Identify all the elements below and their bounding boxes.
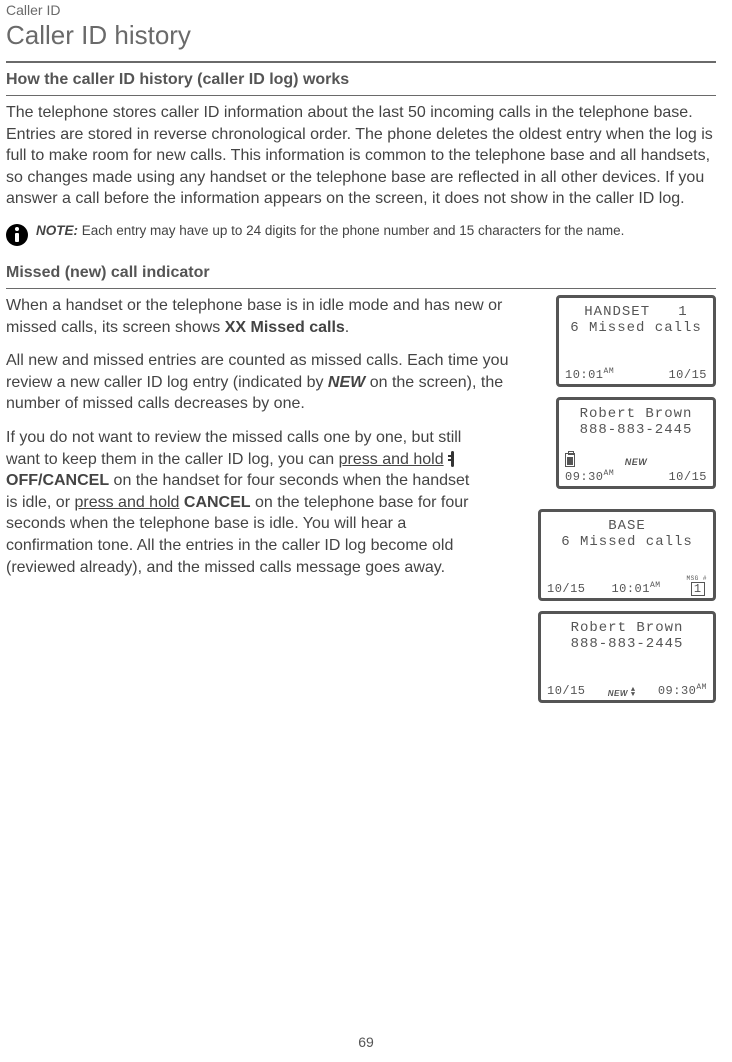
text-underline: press and hold	[339, 451, 444, 468]
lcd-caller-name: Robert Brown	[565, 406, 707, 422]
text-bold-italic: NEW	[328, 374, 365, 391]
lcd-screen-base-idle: BASE 6 Missed calls 10/15 10:01AM MSG # …	[538, 509, 716, 601]
lcd-time: 09:30AM	[658, 683, 707, 698]
text-bold: CANCEL	[184, 494, 251, 511]
body-text: The telephone stores caller ID informati…	[6, 102, 716, 210]
lcd-line: HANDSET 1	[565, 304, 707, 320]
page-title: Caller ID history	[6, 20, 716, 51]
lcd-time: 10:01AM	[611, 581, 660, 596]
divider	[6, 288, 716, 289]
battery-icon	[565, 453, 575, 467]
lcd-line: BASE	[547, 518, 707, 534]
lcd-screen-base-entry: Robert Brown 888-883-2445 10/15 NEW ▲▼ 0…	[538, 611, 716, 703]
note-label: NOTE:	[36, 223, 78, 238]
lcd-caller-name: Robert Brown	[547, 620, 707, 636]
lcd-new-indicator: NEW	[608, 689, 628, 698]
lcd-caller-number: 888-883-2445	[565, 422, 707, 438]
note-body: Each entry may have up to 24 digits for …	[78, 223, 624, 238]
body-text: When a handset or the telephone base is …	[6, 295, 536, 338]
lcd-line: 6 Missed calls	[565, 320, 707, 336]
text-bold: XX Missed calls	[225, 319, 345, 336]
note-block: NOTE: Each entry may have up to 24 digit…	[6, 222, 716, 246]
section-heading-how-it-works: How the caller ID history (caller ID log…	[6, 71, 716, 89]
section-heading-missed-call: Missed (new) call indicator	[6, 264, 716, 282]
lcd-ampm: AM	[604, 469, 615, 478]
lcd-date: 10/15	[668, 470, 707, 484]
lcd-date: 10/15	[547, 582, 586, 596]
body-text: If you do not want to review the missed …	[6, 427, 476, 578]
lcd-ampm: AM	[696, 683, 707, 692]
text-fragment: 09:30	[658, 684, 697, 698]
note-text: NOTE: Each entry may have up to 24 digit…	[36, 222, 624, 240]
text-fragment: 10:01	[611, 582, 650, 596]
page-number: 69	[0, 1034, 732, 1050]
lcd-date: 10/15	[547, 684, 586, 698]
lcd-screen-handset-idle: HANDSET 1 6 Missed calls 10:01AM 10/15	[556, 295, 716, 387]
lcd-date: 10/15	[668, 368, 707, 382]
text-underline: press and hold	[74, 494, 179, 511]
handset-icon	[448, 451, 458, 467]
lcd-time: 09:30AM	[565, 469, 614, 484]
text-fragment: 10:01	[565, 368, 604, 382]
lcd-ampm: AM	[604, 367, 615, 376]
body-text: All new and missed entries are counted a…	[6, 350, 536, 415]
breadcrumb: Caller ID	[6, 2, 716, 18]
text-fragment: .	[345, 319, 349, 336]
lcd-new-indicator: NEW	[625, 457, 648, 467]
info-icon	[6, 224, 28, 246]
lcd-caller-number: 888-883-2445	[547, 636, 707, 652]
divider	[6, 61, 716, 63]
lcd-screen-handset-entry: Robert Brown 888-883-2445 NEW 09:30AM 10…	[556, 397, 716, 489]
updown-arrows-icon: ▲▼	[631, 688, 636, 698]
lcd-msg-counter: MSG # 1	[686, 576, 707, 596]
text-bold: OFF/CANCEL	[6, 472, 109, 489]
lcd-msg-count: 1	[691, 582, 705, 596]
lcd-line: 6 Missed calls	[547, 534, 707, 550]
text-fragment: 09:30	[565, 470, 604, 484]
lcd-time: 10:01AM	[565, 367, 614, 382]
divider	[6, 95, 716, 96]
lcd-ampm: AM	[650, 581, 661, 590]
